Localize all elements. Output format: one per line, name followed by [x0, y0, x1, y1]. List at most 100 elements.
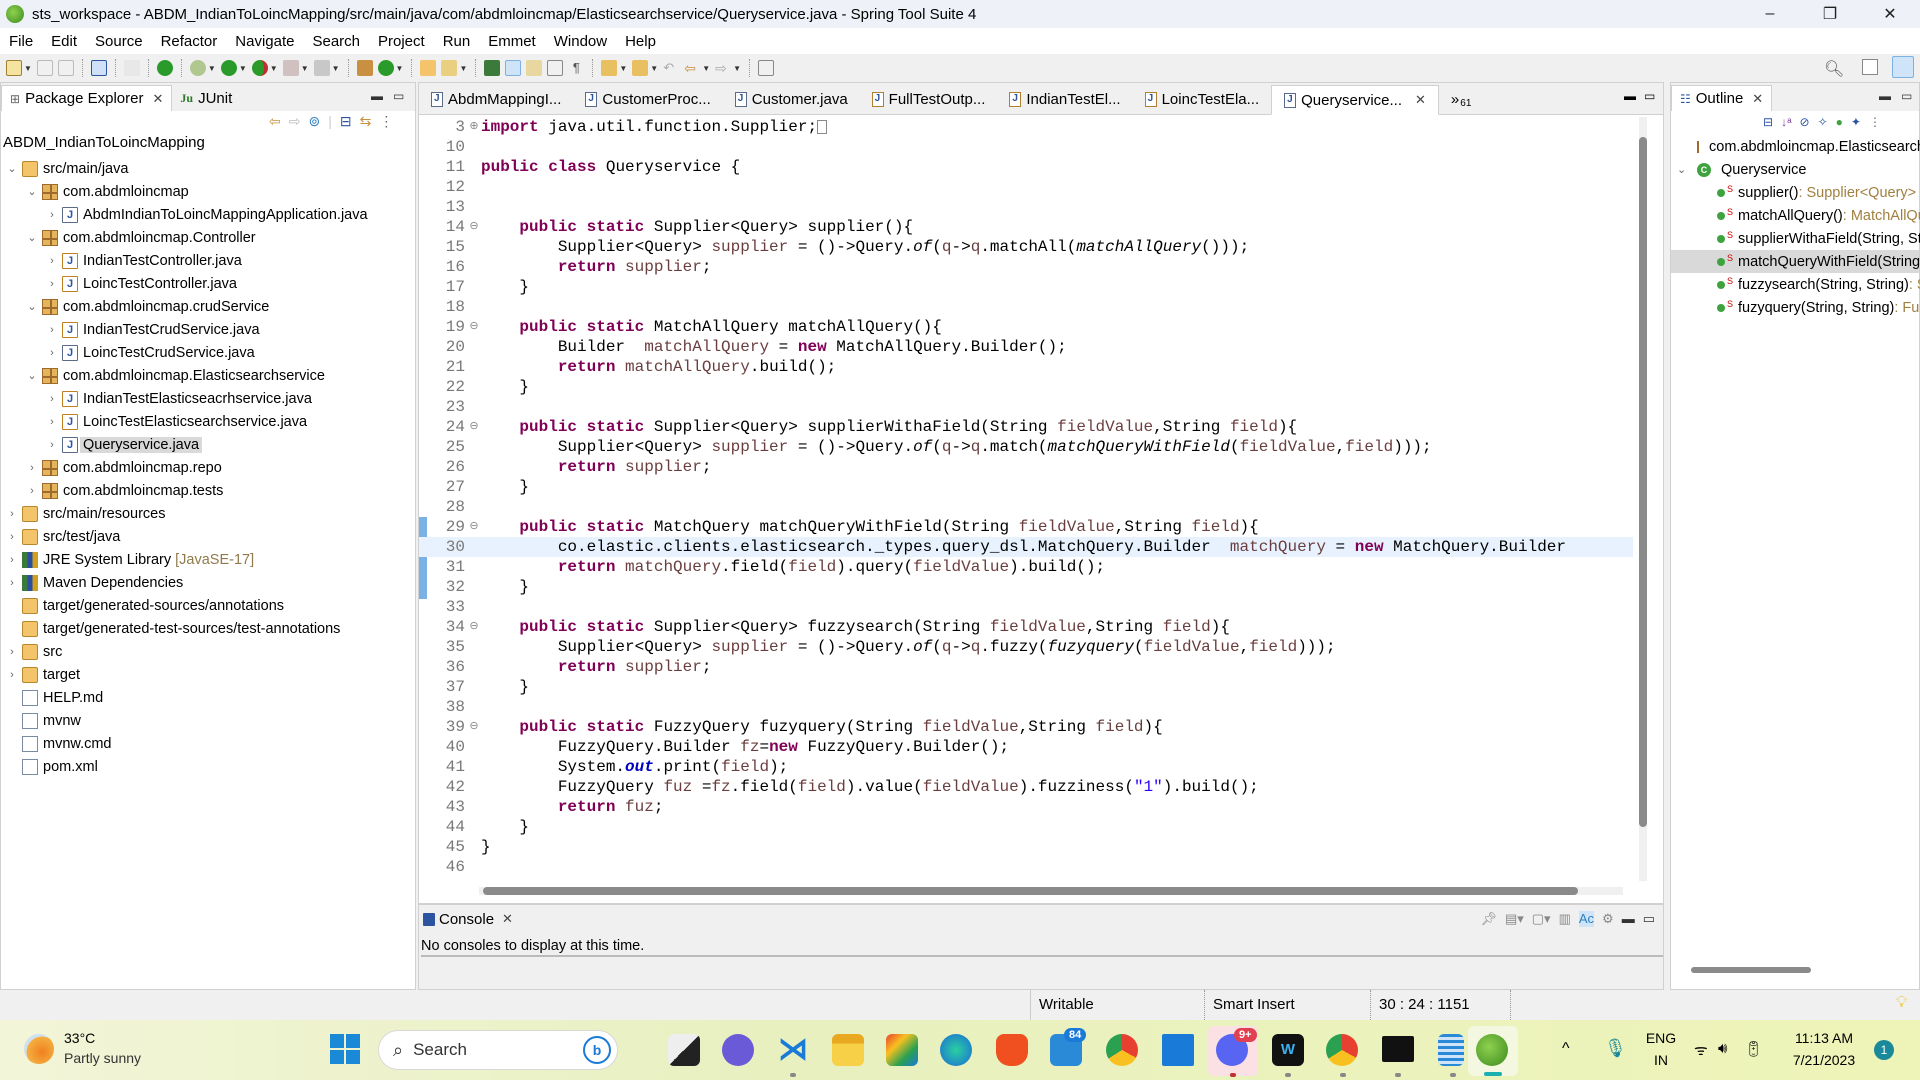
- restore-button[interactable]: ❐: [1800, 0, 1860, 28]
- editor-tab[interactable]: LoincTestEla...: [1133, 84, 1272, 114]
- tree-item[interactable]: mvnw.cmd: [1, 732, 415, 755]
- tree-item[interactable]: › com.abdmloincmap.repo: [1, 456, 415, 479]
- minimize-panel-icon[interactable]: ▬: [371, 89, 383, 103]
- java-perspective-icon[interactable]: [1892, 56, 1914, 78]
- tree-item[interactable]: › J LoincTestCrudService.java: [1, 341, 415, 364]
- tab-console[interactable]: Console: [439, 911, 494, 928]
- expand-twisty-icon[interactable]: ⌄: [1677, 163, 1691, 176]
- copy-icon[interactable]: ▥: [1559, 911, 1571, 927]
- settings-icon[interactable]: ⚙: [1602, 911, 1614, 927]
- code-line[interactable]: 3 ⊕ import java.util.function.Supplier;: [419, 117, 1633, 137]
- expand-twisty-icon[interactable]: ›: [5, 531, 19, 543]
- code-line[interactable]: 16 return supplier;: [419, 257, 1633, 277]
- stop-dropdown-icon[interactable]: ▼: [301, 64, 309, 73]
- show-whitespace-icon[interactable]: ¶: [568, 60, 584, 76]
- chrome-icon[interactable]: [1106, 1034, 1138, 1066]
- code-line[interactable]: 20 Builder matchAllQuery = new MatchAllQ…: [419, 337, 1633, 357]
- expand-twisty-icon[interactable]: ›: [25, 462, 39, 474]
- tree-item[interactable]: ⌄ com.abdmloincmap.Controller: [1, 226, 415, 249]
- new-java-class-icon[interactable]: [377, 60, 394, 76]
- code-line[interactable]: 43 return fuz;: [419, 797, 1633, 817]
- close-window-button[interactable]: ✕: [1860, 0, 1920, 28]
- outline-member[interactable]: SmatchQueryWithField(String, String) : M…: [1671, 250, 1920, 273]
- menu-refactor[interactable]: Refactor: [152, 33, 227, 50]
- new-java-package-icon[interactable]: [356, 60, 373, 76]
- tree-item[interactable]: › Maven Dependencies: [1, 571, 415, 594]
- horizontal-scroll-thumb[interactable]: [483, 887, 1578, 895]
- insert-mode-status[interactable]: Smart Insert: [1204, 990, 1295, 1020]
- code-line[interactable]: 42 FuzzyQuery fuz =fz.field(field).value…: [419, 777, 1633, 797]
- tree-item[interactable]: › J IndianTestElasticseacrhservice.java: [1, 387, 415, 410]
- code-line[interactable]: 35 Supplier<Query> supplier = ()->Query.…: [419, 637, 1633, 657]
- code-line[interactable]: 27 }: [419, 477, 1633, 497]
- code-line[interactable]: 10: [419, 137, 1633, 157]
- link-with-editor-icon[interactable]: ⇆: [360, 113, 372, 130]
- outline-member[interactable]: Sfuzyquery(String, String) : FuzzyQuery: [1671, 296, 1920, 319]
- editor-tab[interactable]: FullTestOutp...: [860, 84, 998, 114]
- close-tab-icon[interactable]: ✕: [1752, 91, 1763, 107]
- code-line[interactable]: 23: [419, 397, 1633, 417]
- expand-twisty-icon[interactable]: ›: [5, 508, 19, 520]
- outline-package[interactable]: com.abdmloincmap.Elasticsearchservice: [1671, 135, 1920, 158]
- maximize-panel-icon[interactable]: ▭: [393, 89, 404, 103]
- outline-member[interactable]: SmatchAllQuery() : MatchAllQuery: [1671, 204, 1920, 227]
- tree-item[interactable]: › src: [1, 640, 415, 663]
- word-wrap-icon[interactable]: Ac: [1578, 911, 1595, 927]
- expand-twisty-icon[interactable]: ⌄: [5, 162, 19, 175]
- vscode-icon[interactable]: ⋊: [777, 1034, 809, 1066]
- teams-chat-icon[interactable]: [722, 1034, 754, 1066]
- minimize-button[interactable]: –: [1740, 0, 1800, 28]
- chrome-profile-icon[interactable]: [1326, 1034, 1358, 1066]
- tree-item[interactable]: › src/main/resources: [1, 502, 415, 525]
- code-line[interactable]: 11 public class Queryservice {: [419, 157, 1633, 177]
- input-language[interactable]: ENG: [1645, 1030, 1677, 1046]
- back-dropdown-icon[interactable]: ▼: [702, 64, 710, 73]
- new-dropdown-icon[interactable]: ▼: [24, 64, 32, 73]
- code-editor[interactable]: 3 ⊕ import java.util.function.Supplier; 10 1…: [419, 117, 1633, 881]
- tree-item[interactable]: › J Queryservice.java: [1, 433, 415, 456]
- up-icon[interactable]: ⊚: [308, 113, 320, 130]
- expand-twisty-icon[interactable]: ›: [5, 577, 19, 589]
- save-all-icon[interactable]: [57, 60, 74, 76]
- new-class-dropdown-icon[interactable]: ▼: [396, 64, 404, 73]
- expand-twisty-icon[interactable]: ⌄: [25, 231, 39, 244]
- code-line[interactable]: 36 return supplier;: [419, 657, 1633, 677]
- microphone-icon[interactable]: 🎙︎: [1604, 1038, 1627, 1059]
- tree-item[interactable]: mvnw: [1, 709, 415, 732]
- tree-item[interactable]: ⌄ com.abdmloincmap: [1, 180, 415, 203]
- outline-horizontal-scrollbar[interactable]: [1691, 967, 1811, 973]
- search-dropdown-icon[interactable]: ▼: [459, 64, 467, 73]
- code-line[interactable]: 44 }: [419, 817, 1633, 837]
- code-line[interactable]: 19 ⊖ public static MatchAllQuery matchAll…: [419, 317, 1633, 337]
- vertical-scrollbar[interactable]: [1639, 117, 1647, 881]
- code-line[interactable]: 17 }: [419, 277, 1633, 297]
- tree-item[interactable]: › J IndianTestCrudService.java: [1, 318, 415, 341]
- menu-file[interactable]: File: [0, 33, 42, 50]
- editor-tab[interactable]: IndianTestEl...: [997, 84, 1132, 114]
- sort-icon[interactable]: ↓ᵃ: [1781, 115, 1791, 129]
- clock-time[interactable]: 11:13 AM: [1784, 1030, 1864, 1046]
- expand-twisty-icon[interactable]: ›: [45, 255, 59, 267]
- weather-description[interactable]: Partly sunny: [64, 1050, 141, 1066]
- store-app-icon[interactable]: [1162, 1034, 1194, 1066]
- collapse-all-icon[interactable]: ⊟: [1763, 115, 1773, 129]
- search-icon[interactable]: 🔍︎: [1824, 59, 1844, 79]
- toggle-mark-occurrences-icon[interactable]: [505, 60, 522, 76]
- battery-icon[interactable]: 🔋︎: [1744, 1040, 1763, 1058]
- tab-junit[interactable]: Ju JUnit: [172, 85, 240, 111]
- close-tab-icon[interactable]: ✕: [1415, 92, 1426, 108]
- tree-item[interactable]: › com.abdmloincmap.tests: [1, 479, 415, 502]
- bing-icon[interactable]: b: [583, 1036, 611, 1064]
- expand-twisty-icon[interactable]: ›: [45, 278, 59, 290]
- expand-twisty-icon[interactable]: ⌄: [25, 300, 39, 313]
- code-line[interactable]: 25 Supplier<Query> supplier = ()->Query.…: [419, 437, 1633, 457]
- code-line[interactable]: 34 ⊖ public static Supplier<Query> fuzzys…: [419, 617, 1633, 637]
- skip-breakpoints-icon[interactable]: [123, 60, 140, 76]
- code-line[interactable]: 41 System.out.print(field);: [419, 757, 1633, 777]
- hide-fields-icon[interactable]: ⊘: [1800, 115, 1810, 129]
- forward-icon[interactable]: ⇨: [289, 113, 301, 130]
- open-console-icon[interactable]: [90, 60, 107, 76]
- code-line[interactable]: 30 co.elastic.clients.elasticsearch._typ…: [419, 537, 1633, 557]
- editor-tab[interactable]: Queryservice... ✕: [1271, 85, 1439, 115]
- task-view-icon[interactable]: [668, 1034, 700, 1066]
